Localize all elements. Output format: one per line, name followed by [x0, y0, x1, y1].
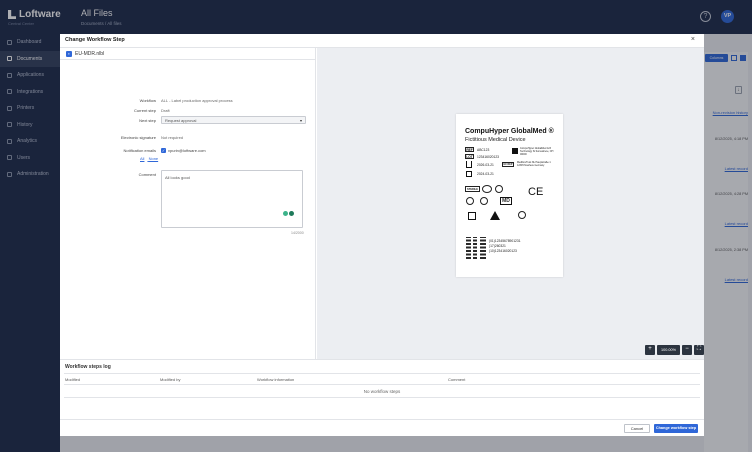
latex-free-icon — [495, 185, 503, 193]
column-header[interactable]: Comment — [448, 377, 465, 382]
log-empty-state: No workflow steps — [64, 385, 700, 398]
dialog-title: Change Workflow Step — [65, 37, 125, 43]
log-title: Workflow steps log — [65, 364, 111, 370]
column-header[interactable]: Modified by — [160, 377, 180, 382]
expiry-date: 2026-03-21 — [477, 163, 494, 167]
change-workflow-step-dialog: Change Workflow Step × ▪ EU-MDR.nlbl Wor… — [60, 34, 704, 436]
no-resterilize-icon — [482, 185, 492, 193]
workflow-form: ▪ EU-MDR.nlbl Workflow ALL - Label produ… — [60, 48, 316, 359]
manufacture-date-icon — [466, 171, 472, 177]
next-step-label: Next step — [139, 118, 156, 123]
column-header[interactable]: Workflow information — [257, 377, 294, 382]
notification-email-text: vpurin@loftware.com — [168, 148, 206, 153]
current-step-label: Current step — [133, 108, 156, 113]
textarea-assist-icons — [283, 211, 294, 216]
assistant-icon[interactable] — [289, 211, 294, 216]
electronic-signature-value: Not required — [161, 135, 184, 140]
file-header: ▪ EU-MDR.nlbl — [60, 48, 316, 60]
change-workflow-step-button[interactable]: Change workflow step — [654, 424, 698, 433]
single-use-icon — [466, 197, 474, 205]
consult-ifu-icon — [468, 212, 476, 220]
prescription-only-icon — [518, 211, 526, 219]
dialog-footer: Cancel Change workflow step — [60, 419, 704, 436]
next-step-select[interactable]: Request approval ▾ — [161, 116, 306, 124]
label-product-subtitle: Fictitious Medical Device — [465, 137, 526, 143]
label-preview: CompuHyper GlobalMed ® Fictitious Medica… — [456, 114, 563, 277]
close-icon[interactable]: × — [691, 36, 695, 43]
workflow-label: Workflow — [139, 98, 156, 103]
comment-text: All looks good — [165, 175, 190, 180]
ref-value: ABC123 — [477, 148, 490, 152]
notification-emails-label: Notification emails — [123, 148, 156, 153]
chevron-down-icon: ▾ — [299, 118, 302, 123]
next-step-value: Request approval — [165, 118, 197, 123]
electronic-signature-label: Electronic signature — [120, 135, 156, 140]
select-none-link[interactable]: None — [149, 156, 159, 161]
label-product-title: CompuHyper GlobalMed ® — [465, 128, 554, 135]
zoom-level: 100.00% — [657, 345, 680, 355]
udi-line-1: (01)12345678901231 — [489, 239, 521, 243]
expiry-hourglass-icon — [466, 161, 472, 168]
manufacturer-icon — [512, 148, 518, 154]
select-links: All None — [140, 156, 161, 161]
lot-value: 123416020123 — [477, 155, 500, 159]
notification-email-option[interactable]: ✓ vpurin@loftware.com — [161, 148, 206, 153]
label-file-icon: ▪ — [66, 50, 72, 57]
zoom-in-button[interactable]: + — [645, 345, 655, 355]
comment-textarea[interactable]: All looks good — [161, 170, 303, 228]
ce-mark: CE — [528, 186, 544, 198]
ref-symbol: REF — [465, 147, 474, 152]
udi-line-3: (10)123416020123 — [489, 249, 517, 253]
log-table-header: Modified Modified by Workflow informatio… — [64, 373, 700, 385]
comment-label: Comment — [138, 172, 156, 177]
sterile-symbol: STERILE — [465, 186, 480, 192]
cancel-button[interactable]: Cancel — [624, 424, 650, 433]
caution-icon — [490, 211, 500, 220]
column-header[interactable]: Modified — [65, 377, 80, 382]
workflow-steps-log: Workflow steps log Modified Modified by … — [60, 359, 704, 419]
manufacture-date: 2024-03-21 — [477, 172, 494, 176]
dialog-header: Change Workflow Step × — [60, 34, 704, 48]
select-all-link[interactable]: All — [140, 156, 144, 161]
zoom-out-button[interactable]: − — [682, 345, 692, 355]
checkbox-checked-icon[interactable]: ✓ — [161, 148, 166, 153]
lot-symbol: LOT — [465, 154, 474, 159]
label-preview-pane: CompuHyper GlobalMed ® Fictitious Medica… — [317, 48, 704, 359]
md-symbol: MD — [500, 197, 512, 205]
workflow-value: ALL - Label production approval process — [161, 98, 233, 103]
udi-barcode-pattern — [466, 237, 486, 259]
ec-rep-address: MedDevTrust NL Hauptstraße 1 12345 Nowhe… — [517, 161, 551, 167]
do-not-use-if-damaged-icon — [480, 197, 488, 205]
current-step-value: Draft — [161, 108, 170, 113]
zoom-controls: + 100.00% − ⛶ — [645, 345, 704, 355]
manufacturer-address: CompuHyper GlobalMed 123 Technology St S… — [520, 147, 554, 156]
udi-line-2: (17)260321 — [489, 244, 506, 248]
fit-to-screen-icon[interactable]: ⛶ — [694, 345, 704, 355]
file-name: EU-MDR.nlbl — [75, 50, 105, 57]
ec-rep-symbol: EC REP — [502, 162, 514, 167]
grammar-check-icon[interactable] — [283, 211, 288, 216]
character-count: 14/2000 — [291, 231, 304, 235]
